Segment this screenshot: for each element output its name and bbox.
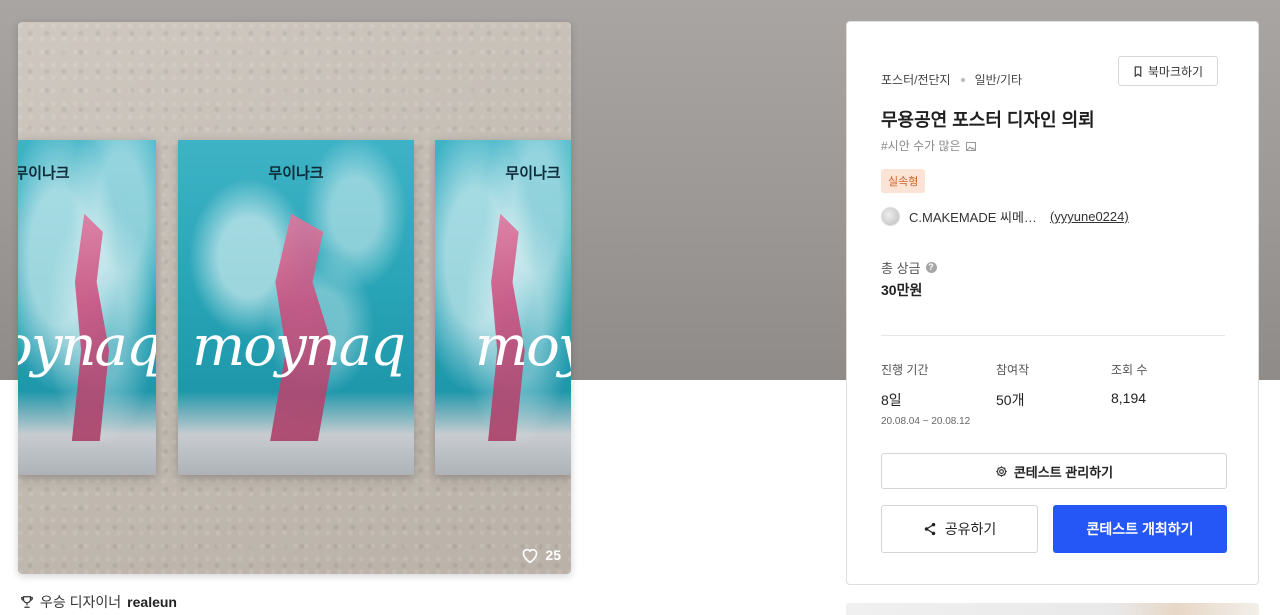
winner-name[interactable]: realeun (127, 594, 177, 610)
separator-dot (960, 77, 965, 82)
stat-period-label: 진행 기간 (881, 363, 929, 377)
contest-image[interactable]: 무이나크 moynaq 무이나크 moynaq 무이나크 moynaq 25 (18, 22, 571, 574)
poster-right: 무이나크 moynaq (435, 140, 571, 475)
poster-script: moynaq (192, 314, 406, 380)
contest-tag-text: #시안 수가 많은 (881, 139, 961, 153)
contest-title: 무용공연 포스터 디자인 의뢰 (881, 110, 1095, 130)
like-button[interactable]: 25 (520, 546, 561, 564)
gear-icon (996, 465, 1007, 477)
poster-script: moynaq (18, 314, 156, 380)
stat-entries: 참여작 50개 (996, 361, 1029, 410)
host-name: C.MAKEMADE 씨메… (909, 210, 1037, 225)
poster-title: 무이나크 (268, 164, 324, 182)
winner-label: 우승 디자이너 (40, 594, 122, 610)
share-icon (924, 522, 935, 536)
stat-views: 조회 수 8,194 (1111, 361, 1147, 406)
divider (881, 335, 1225, 336)
category-main[interactable]: 포스터/전단지 (881, 71, 951, 88)
image-icon (965, 142, 976, 151)
winner-designer: 우승 디자이너 realeun (20, 592, 177, 612)
stat-views-label: 조회 수 (1111, 363, 1148, 377)
category-breadcrumb: 포스터/전단지 일반/기타 (881, 71, 1022, 88)
manage-contest-button[interactable]: 콘테스트 관리하기 (881, 453, 1227, 489)
stat-period-dates: 20.08.04 ~ 20.08.12 (881, 416, 971, 427)
contest-tag: #시안 수가 많은 (881, 137, 976, 154)
stat-entries-value: 50개 (996, 392, 1025, 408)
category-sub[interactable]: 일반/기타 (975, 71, 1023, 88)
open-contest-button[interactable]: 콘테스트 개최하기 (1053, 505, 1227, 553)
poster-center: 무이나크 moynaq (178, 140, 414, 475)
contest-info-panel: 포스터/전단지 일반/기타 북마크하기 무용공연 포스터 디자인 의뢰 #시안 … (846, 21, 1259, 585)
stat-views-value: 8,194 (1111, 390, 1147, 406)
stat-period-value: 8일 (881, 392, 902, 408)
heart-icon (523, 548, 538, 564)
like-count: 25 (545, 547, 561, 563)
stat-period: 진행 기간 8일 20.08.04 ~ 20.08.12 (881, 361, 970, 427)
host-info[interactable]: C.MAKEMADE 씨메… (yyyune0224) (881, 207, 1129, 226)
poster-left: 무이나크 moynaq (18, 140, 156, 475)
prize-value: 30만원 (881, 282, 923, 298)
poster-title: 무이나크 (18, 164, 70, 182)
trophy-icon (21, 596, 33, 608)
prize-label: 총 상금 ? (881, 258, 937, 277)
bookmark-icon (1134, 65, 1142, 77)
banner-peek (846, 603, 1259, 615)
poster-script: moynaq (475, 314, 571, 380)
bookmark-label: 북마크하기 (1147, 64, 1204, 79)
stat-entries-label: 참여작 (996, 363, 1030, 377)
share-button[interactable]: 공유하기 (881, 505, 1038, 553)
poster-title: 무이나크 (505, 164, 561, 182)
help-icon[interactable]: ? (925, 262, 937, 273)
avatar (881, 207, 900, 226)
open-contest-label: 콘테스트 개최하기 (1086, 521, 1194, 537)
bookmark-button[interactable]: 북마크하기 (1118, 56, 1218, 86)
contest-type-badge: 실속형 (881, 169, 926, 193)
host-id-link[interactable]: (yyyune0224) (1050, 209, 1129, 224)
manage-contest-label: 콘테스트 관리하기 (1013, 464, 1114, 480)
prize-label-text: 총 상금 (881, 261, 921, 276)
share-label: 공유하기 (944, 521, 997, 537)
